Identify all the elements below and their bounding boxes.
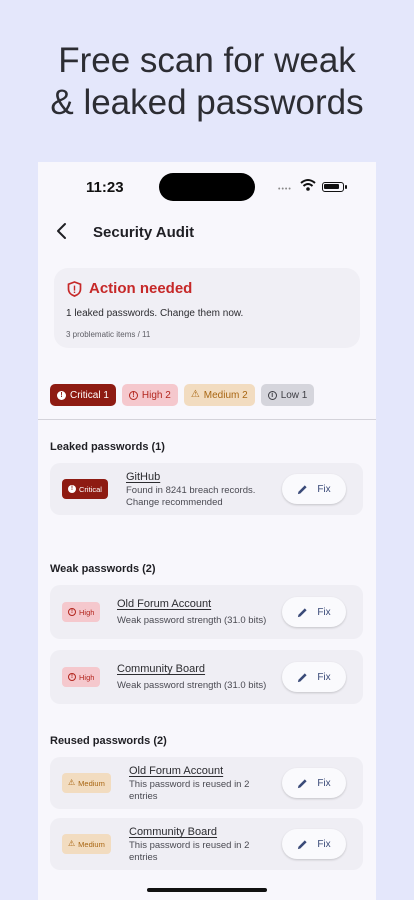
item-description-line-1: This password is reused in 2 <box>129 840 250 851</box>
fix-button-label: Fix <box>317 777 331 789</box>
alert-circle-icon: ! <box>68 608 76 616</box>
pencil-icon <box>298 839 307 849</box>
fix-button[interactable]: Fix <box>282 474 346 504</box>
chip-critical[interactable]: ! Critical 1 <box>50 384 116 406</box>
pencil-icon <box>298 672 307 682</box>
alert-filled-icon: ! <box>68 485 76 493</box>
list-item[interactable]: ⚠ Medium Old Forum Account This password… <box>50 757 363 809</box>
fix-button[interactable]: Fix <box>282 597 346 627</box>
severity-badge: ! High <box>62 602 101 622</box>
warning-triangle-icon: ⚠ <box>190 389 200 400</box>
severity-badge-label: High <box>79 672 95 682</box>
shield-alert-icon <box>67 280 82 297</box>
item-description: Weak password strength (31.0 bits) <box>117 680 267 691</box>
item-name[interactable]: Old Forum Account <box>117 598 211 610</box>
alert-circle-icon: ! <box>68 673 76 681</box>
item-description: Weak password strength (31.0 bits) <box>117 615 267 626</box>
section-title-weak: Weak passwords (2) <box>50 563 156 575</box>
summary-heading: Action needed <box>67 280 192 297</box>
item-description: This password is reused in 2 entries <box>129 779 249 803</box>
status-time: 11:23 <box>86 179 124 196</box>
fix-button-label: Fix <box>317 838 331 850</box>
divider <box>38 419 376 420</box>
summary-count: 3 problematic items / 11 <box>66 330 151 339</box>
list-item[interactable]: ! Critical GitHub Found in 8241 breach r… <box>50 463 363 515</box>
promo-headline: Free scan for weak & leaked passwords <box>0 40 414 124</box>
fix-button-label: Fix <box>317 606 331 618</box>
item-name[interactable]: Community Board <box>129 826 217 838</box>
chip-medium[interactable]: ⚠ Medium 2 <box>183 384 255 406</box>
signal-icon: •••• <box>278 186 292 193</box>
item-name[interactable]: GitHub <box>126 471 160 483</box>
severity-badge: ! High <box>62 667 101 687</box>
summary-heading-text: Action needed <box>89 280 193 297</box>
promo-line-1: Free scan for weak <box>58 41 356 80</box>
severity-badge-label: Medium <box>78 778 105 788</box>
phone-screen: 11:23 •••• Security Audit Action needed … <box>38 162 376 900</box>
item-description-line-1: Found in 8241 breach records. <box>126 485 256 496</box>
page-title: Security Audit <box>93 224 195 241</box>
battery-icon <box>322 182 347 192</box>
pencil-icon <box>298 484 307 494</box>
item-description: This password is reused in 2 entries <box>129 840 249 864</box>
alert-filled-icon: ! <box>57 390 66 400</box>
item-description-line-1: This password is reused in 2 <box>129 779 250 790</box>
severity-badge-label: High <box>79 607 95 617</box>
severity-badge: ! Critical <box>62 479 108 499</box>
fix-button[interactable]: Fix <box>282 829 346 859</box>
chip-critical-label: Critical 1 <box>70 389 109 401</box>
pencil-icon <box>298 778 307 788</box>
chip-high-label: High 2 <box>141 389 171 401</box>
info-circle-icon: i <box>267 390 277 400</box>
item-name[interactable]: Old Forum Account <box>129 765 223 777</box>
chip-medium-label: Medium 2 <box>203 389 248 401</box>
summary-message: 1 leaked passwords. Change them now. <box>66 308 244 319</box>
dynamic-island <box>159 173 255 201</box>
item-description-line-2: entries <box>129 791 158 802</box>
item-name[interactable]: Community Board <box>117 663 205 675</box>
section-title-reused: Reused passwords (2) <box>50 735 167 747</box>
home-indicator[interactable] <box>147 888 267 892</box>
item-description: Found in 8241 breach records. Change rec… <box>126 485 255 509</box>
fix-button-label: Fix <box>317 483 331 495</box>
fix-button[interactable]: Fix <box>282 662 346 692</box>
list-item[interactable]: ! High Community Board Weak password str… <box>50 650 363 704</box>
fix-button[interactable]: Fix <box>282 768 346 798</box>
item-description-line-2: entries <box>129 852 158 863</box>
promo-line-2: & leaked passwords <box>50 83 364 122</box>
section-title-leaked: Leaked passwords (1) <box>50 441 165 453</box>
pencil-icon <box>298 607 307 617</box>
list-item[interactable]: ⚠ Medium Community Board This password i… <box>50 818 363 870</box>
app-bar: Security Audit <box>38 214 376 250</box>
alert-circle-icon: ! <box>128 390 138 400</box>
chip-low-label: Low 1 <box>280 389 308 401</box>
warning-triangle-icon: ⚠ <box>68 839 76 848</box>
status-bar: 11:23 •••• <box>38 162 376 212</box>
severity-badge: ⚠ Medium <box>62 834 111 854</box>
item-description-line-2: Change recommended <box>126 497 223 508</box>
list-item[interactable]: ! High Old Forum Account Weak password s… <box>50 585 363 639</box>
chip-high[interactable]: ! High 2 <box>121 384 178 406</box>
severity-filter-chips: ! Critical 1 ! High 2 ⚠ Medium 2 i Low 1 <box>50 384 315 406</box>
severity-badge-label: Medium <box>78 839 105 849</box>
severity-badge: ⚠ Medium <box>62 773 111 793</box>
severity-badge-label: Critical <box>79 484 102 494</box>
fix-button-label: Fix <box>317 671 331 683</box>
back-arrow-icon[interactable] <box>52 221 72 241</box>
chip-low[interactable]: i Low 1 <box>260 384 315 406</box>
summary-card: Action needed 1 leaked passwords. Change… <box>54 268 360 348</box>
wifi-icon <box>300 179 316 191</box>
warning-triangle-icon: ⚠ <box>68 778 76 787</box>
